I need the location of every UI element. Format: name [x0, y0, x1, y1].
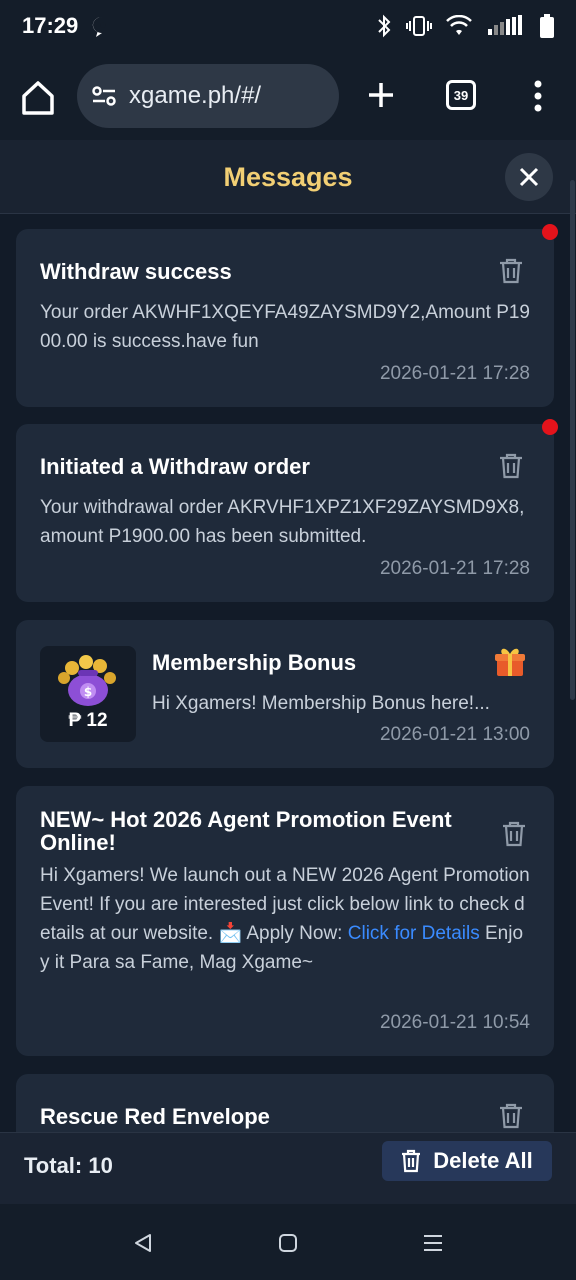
scrollbar[interactable]: [570, 180, 575, 700]
message-title: NEW~ Hot 2026 Agent Promotion Event Onli…: [40, 807, 452, 855]
gift-icon: [495, 648, 525, 676]
message-body: Your order AKWHF1XQEYFA49ZAYSMD9Y2,Amoun…: [40, 302, 531, 352]
message-body: Your withdrawal order AKRVHF1XPZ1XF29ZAY…: [40, 497, 525, 547]
message-time: 2026-01-21 13:00: [379, 724, 530, 745]
close-icon: [519, 167, 539, 187]
message-time: 2026-01-21 17:28: [379, 558, 530, 579]
message-time: 2026-01-21 17:28: [379, 363, 530, 384]
message-title: Withdraw success: [40, 259, 232, 284]
trash-icon: [402, 1149, 421, 1173]
status-time: 17:29: [22, 13, 79, 38]
url-text: xgame.ph/#/: [129, 82, 262, 109]
new-tab-icon[interactable]: [366, 80, 396, 110]
address-bar[interactable]: xgame.ph/#/: [77, 64, 339, 128]
message-time: 2026-01-21 10:54: [379, 1012, 530, 1033]
home-icon[interactable]: [18, 78, 58, 118]
site-settings-icon[interactable]: [91, 84, 117, 108]
message-body: Hi Xgamers! Membership Bonus here!...: [152, 693, 490, 714]
modal-header: Messages: [0, 140, 576, 214]
modal-footer: Total: 10 Delete All: [0, 1132, 576, 1204]
close-button[interactable]: [505, 153, 553, 201]
message-body: Hi Xgamers! We launch out a NEW 2026 Age…: [40, 861, 532, 977]
chat-bubble-icon: [93, 16, 107, 37]
home-nav-icon[interactable]: [277, 1232, 299, 1254]
system-nav-bar: [0, 1204, 576, 1280]
message-card[interactable]: Rescue Red Envelope: [16, 1074, 554, 1132]
trash-icon[interactable]: [498, 257, 524, 285]
delete-all-label: Delete All: [433, 1148, 533, 1173]
svg-text:$: $: [84, 685, 92, 699]
unread-dot: [542, 224, 558, 240]
wifi-icon: [446, 15, 472, 35]
trash-icon[interactable]: [498, 1102, 524, 1130]
money-bag-icon: $: [58, 655, 116, 706]
battery-icon: [540, 14, 554, 38]
bluetooth-icon: [378, 14, 391, 38]
modal-title: Messages: [223, 162, 353, 192]
back-icon[interactable]: [132, 1232, 154, 1254]
recents-icon[interactable]: [422, 1232, 444, 1254]
message-title: Rescue Red Envelope: [40, 1104, 270, 1129]
bonus-thumbnail: $ ₱ 12: [40, 646, 136, 742]
total-count: Total: 10: [24, 1153, 113, 1178]
message-card[interactable]: $ ₱ 12 Membership Bonus Hi Xgamers! Memb…: [16, 620, 554, 768]
trash-icon[interactable]: [498, 452, 524, 480]
signal-icon: [488, 15, 522, 35]
unread-dot: [542, 419, 558, 435]
messages-modal: Messages Withdraw success Your order AKW…: [0, 140, 576, 1204]
browser-toolbar: xgame.ph/#/ 39: [0, 52, 576, 140]
message-title: Membership Bonus: [152, 650, 357, 675]
more-options-icon[interactable]: [530, 80, 546, 112]
message-card[interactable]: NEW~ Hot 2026 Agent Promotion Event Onli…: [16, 786, 554, 1056]
message-title: Initiated a Withdraw order: [40, 454, 310, 479]
vibrate-icon: [406, 16, 432, 36]
message-card[interactable]: Initiated a Withdraw order Your withdraw…: [16, 424, 554, 602]
status-bar: 17:29: [0, 0, 576, 52]
trash-icon[interactable]: [501, 820, 527, 848]
tab-switcher-button[interactable]: 39: [446, 80, 476, 110]
message-card[interactable]: Withdraw success Your order AKWHF1XQEYFA…: [16, 229, 554, 407]
delete-all-button[interactable]: Delete All: [382, 1141, 552, 1181]
bonus-amount: ₱ 12: [68, 710, 108, 731]
message-list[interactable]: Withdraw success Your order AKWHF1XQEYFA…: [0, 214, 576, 1132]
details-link[interactable]: Click for Details: [348, 923, 480, 944]
